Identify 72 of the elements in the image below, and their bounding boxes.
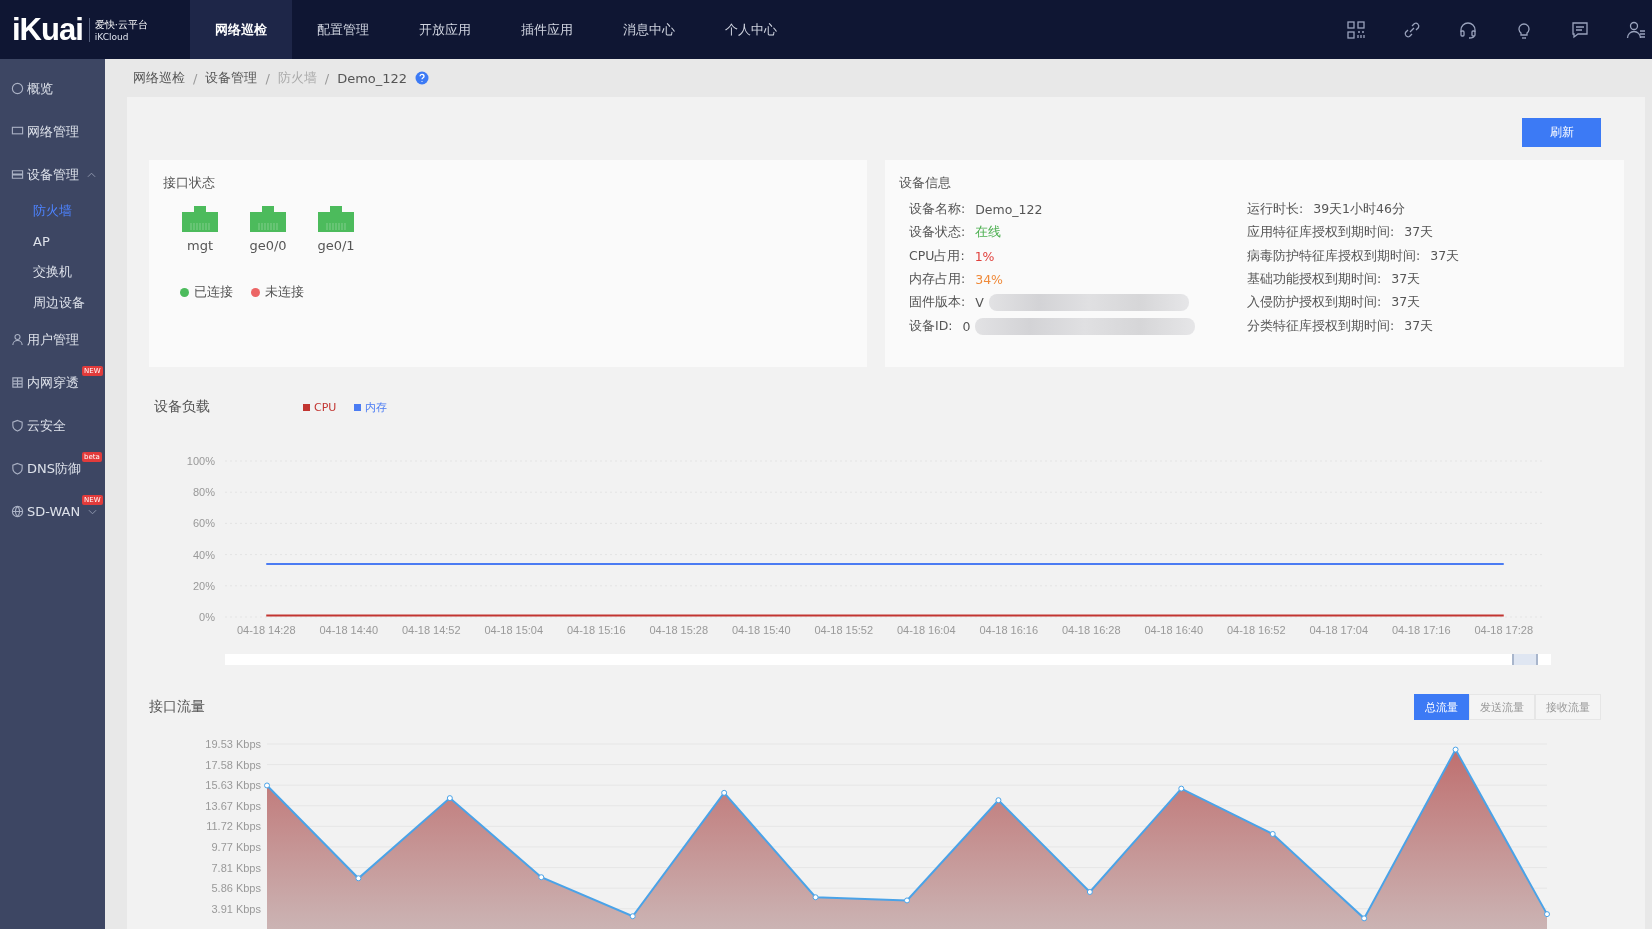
- port-label: mgt: [187, 238, 213, 253]
- section-title: 设备负载: [154, 398, 210, 416]
- info-label: CPU占用:: [909, 247, 965, 265]
- axis-label: 04-18 17:16: [1391, 624, 1451, 636]
- axis-label: 5.86 Kbps: [211, 882, 261, 895]
- axis-label: 0%: [199, 611, 215, 623]
- axis-label: 3.91 Kbps: [211, 902, 261, 915]
- axis-label: 17.58 Kbps: [205, 758, 261, 771]
- logo-subtitle: iKCloud: [94, 31, 130, 42]
- info-value: 37天: [1430, 247, 1460, 265]
- info-value: 在线: [975, 224, 1002, 242]
- info-value: 37天: [1404, 317, 1434, 335]
- info-label: 设备ID:: [909, 317, 953, 335]
- legend-label: 已连接: [194, 283, 233, 301]
- axis-label: 04-18 17:28: [1474, 624, 1534, 636]
- axis-label: 04-18 16:40: [1144, 624, 1204, 636]
- axis-label: 04-18 16:28: [1061, 624, 1121, 636]
- legend-label: 内存: [365, 399, 388, 415]
- axis-label: 04-18 14:40: [319, 624, 379, 636]
- axis-label: 60%: [192, 517, 215, 530]
- axis-label: 11.72 Kbps: [206, 820, 261, 833]
- card-title: 接口状态: [163, 174, 216, 192]
- axis-label: 13.67 Kbps: [205, 799, 261, 812]
- axis-label: 04-18 16:16: [979, 624, 1039, 636]
- axis-label: 80%: [192, 486, 215, 499]
- axis-label: 7.81 Kbps: [211, 861, 261, 874]
- axis-label: 04-18 15:52: [814, 624, 874, 636]
- legend-label: 未连接: [265, 283, 304, 301]
- axis-label: 04-18 15:04: [484, 624, 544, 636]
- info-value: Demo_122: [975, 202, 1043, 218]
- info-value: 1%: [974, 248, 995, 264]
- logo-text: iKuai: [12, 11, 83, 48]
- info-value: 39天1小时46分: [1313, 201, 1405, 219]
- axis-label: 40%: [192, 548, 215, 561]
- info-value: 34%: [975, 272, 1003, 288]
- axis-label: 19.53 Kbps: [205, 738, 261, 750]
- info-label: 应用特征库授权到期时间:: [1247, 224, 1395, 242]
- info-value: 37天: [1391, 294, 1421, 312]
- axis-label: 04-18 16:52: [1226, 624, 1286, 636]
- axis-label: 04-18 16:04: [896, 624, 956, 636]
- axis-label: 9.77 Kbps: [211, 840, 261, 853]
- axis-label: 100%: [186, 455, 215, 467]
- breadcrumb-separator: /: [324, 70, 330, 86]
- info-value: V: [975, 295, 984, 311]
- info-label: 病毒防护特征库授权到期时间:: [1247, 247, 1421, 265]
- axis-label: 04-18 15:40: [731, 624, 791, 636]
- info-label: 基础功能授权到期时间:: [1247, 271, 1382, 289]
- axis-label: 15.63 Kbps: [205, 779, 261, 792]
- axis-label: 04-18 15:28: [649, 624, 709, 636]
- section-title: 接口流量: [149, 698, 205, 716]
- breadcrumb-separator: /: [265, 70, 270, 86]
- logo-product: 爱快·云平台: [94, 17, 148, 32]
- card-title: 设备信息: [899, 174, 952, 192]
- axis-label: 20%: [192, 579, 215, 592]
- axis-label: 04-18 14:52: [401, 624, 461, 636]
- info-label: 设备状态:: [909, 224, 966, 242]
- axis-label: 04-18 17:04: [1309, 624, 1369, 636]
- port-label: ge0/1: [317, 238, 355, 253]
- info-value: 37天: [1404, 224, 1434, 242]
- info-label: 固件版本:: [909, 294, 966, 312]
- info-label: 内存占用:: [909, 271, 966, 289]
- port-label: ge0/0: [249, 238, 287, 253]
- info-label: 运行时长:: [1247, 201, 1304, 219]
- info-value: 0: [962, 318, 971, 334]
- info-label: 分类特征库授权到期时间:: [1247, 317, 1395, 335]
- info-label: 入侵防护授权到期时间:: [1247, 294, 1382, 312]
- axis-label: 04-18 15:16: [566, 624, 626, 636]
- legend-label: CPU: [314, 400, 337, 414]
- breadcrumb-separator: /: [193, 70, 198, 86]
- info-label: 设备名称:: [909, 201, 966, 219]
- info-value: 37天: [1391, 271, 1421, 289]
- axis-label: 04-18 14:28: [236, 624, 296, 636]
